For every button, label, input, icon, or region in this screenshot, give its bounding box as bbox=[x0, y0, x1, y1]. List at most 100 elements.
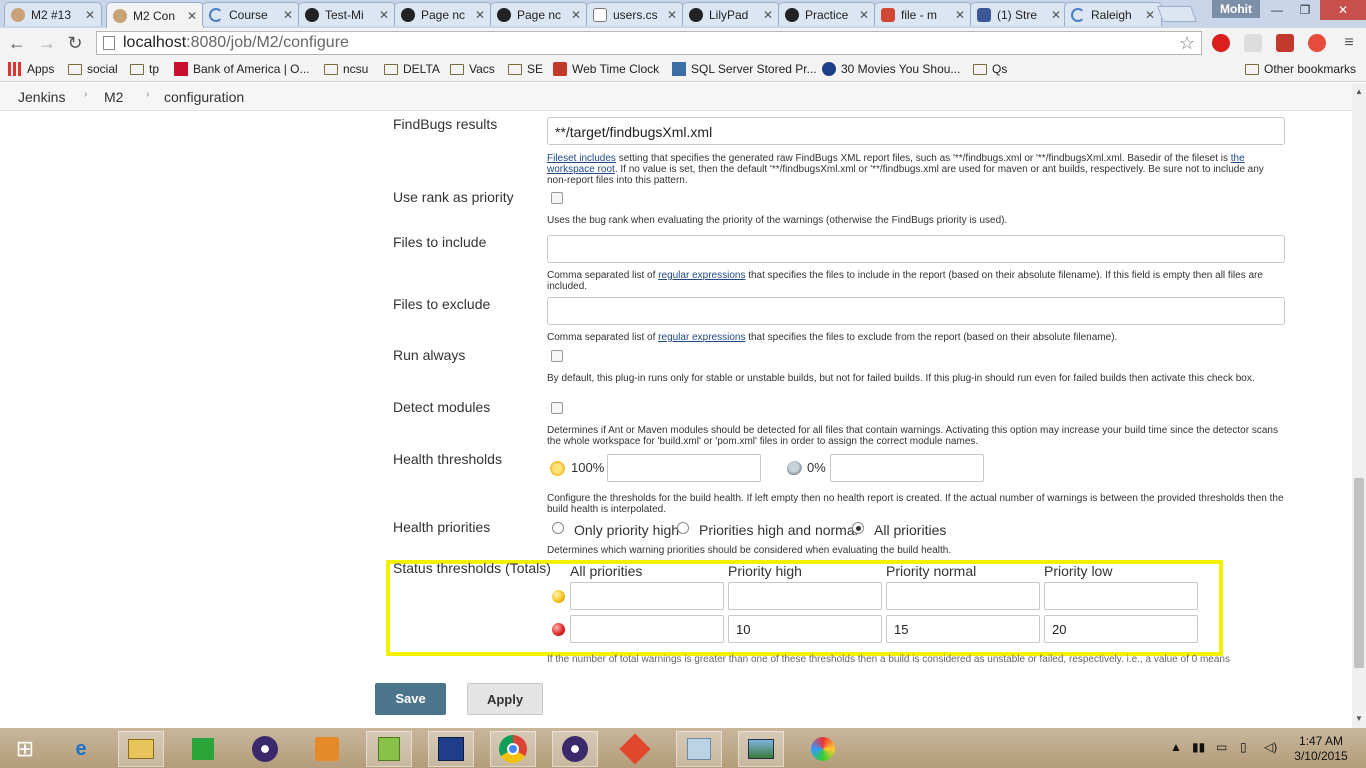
radio-all-priorities[interactable] bbox=[852, 522, 864, 534]
browser-tab[interactable]: M2 #13 ✕ bbox=[4, 2, 102, 26]
new-tab-button[interactable] bbox=[1157, 6, 1197, 22]
puzzle-icon[interactable] bbox=[1276, 34, 1294, 52]
unstable-low-input[interactable] bbox=[1044, 582, 1198, 610]
scrollbar-thumb[interactable] bbox=[1354, 478, 1364, 668]
browser-tab[interactable]: Page nc ✕ bbox=[490, 2, 588, 26]
run-always-checkbox[interactable] bbox=[551, 350, 563, 362]
minimize-icon[interactable]: — bbox=[1262, 0, 1292, 20]
close-icon[interactable]: ✕ bbox=[85, 8, 95, 22]
apply-button[interactable]: Apply bbox=[467, 683, 543, 715]
unstable-normal-input[interactable] bbox=[886, 582, 1040, 610]
bookmark-item[interactable]: tp bbox=[130, 62, 159, 76]
findbugs-results-input[interactable]: **/target/findbugsXml.xml bbox=[547, 117, 1285, 145]
other-bookmarks[interactable]: Other bookmarks bbox=[1245, 62, 1356, 76]
close-icon[interactable]: ✕ bbox=[379, 8, 389, 22]
bookmark-item[interactable]: SE bbox=[508, 62, 543, 76]
close-icon[interactable]: ✕ bbox=[1145, 8, 1155, 22]
regex-link[interactable]: regular expressions bbox=[658, 332, 745, 343]
back-arrow-icon[interactable]: ← bbox=[6, 32, 28, 54]
browser-tab[interactable]: Raleigh ✕ bbox=[1064, 2, 1162, 26]
detect-modules-checkbox[interactable] bbox=[551, 402, 563, 414]
browser-tab[interactable]: Practice ✕ bbox=[778, 2, 876, 26]
failed-high-input[interactable]: 10 bbox=[728, 615, 882, 643]
app-icon[interactable] bbox=[304, 731, 350, 767]
close-icon[interactable]: ✕ bbox=[475, 8, 485, 22]
bookmark-item[interactable]: 30 Movies You Shou... bbox=[822, 62, 960, 76]
radio-high-normal[interactable] bbox=[677, 522, 689, 534]
files-include-input[interactable] bbox=[547, 235, 1285, 263]
show-hidden-icons-icon[interactable]: ▲ bbox=[1170, 740, 1182, 754]
bookmark-item[interactable]: ncsu bbox=[324, 62, 368, 76]
close-icon[interactable]: ✕ bbox=[187, 9, 197, 23]
start-button[interactable]: ⊞ bbox=[2, 731, 48, 767]
browser-tab[interactable]: file - m ✕ bbox=[874, 2, 972, 26]
bookmark-item[interactable]: Web Time Clock bbox=[553, 62, 659, 76]
profile-name[interactable]: Mohit bbox=[1212, 0, 1260, 18]
taskbar-clock[interactable]: 1:47 AM 3/10/2015 bbox=[1286, 734, 1356, 764]
eclipse-icon[interactable] bbox=[552, 731, 598, 767]
reload-icon[interactable]: ↻ bbox=[64, 32, 86, 54]
close-icon[interactable]: ✕ bbox=[283, 8, 293, 22]
battery-icon[interactable]: ▯ bbox=[1240, 740, 1247, 754]
failed-low-input[interactable]: 20 bbox=[1044, 615, 1198, 643]
photo-viewer-icon[interactable] bbox=[738, 731, 784, 767]
git-icon[interactable] bbox=[612, 731, 658, 767]
menu-icon[interactable]: ≡ bbox=[1338, 32, 1360, 54]
store-icon[interactable] bbox=[180, 731, 226, 767]
save-button[interactable]: Save bbox=[375, 683, 446, 715]
browser-tab[interactable]: users.cs ✕ bbox=[586, 2, 684, 26]
bookmark-item[interactable]: SQL Server Stored Pr... bbox=[672, 62, 817, 76]
extension-icon[interactable] bbox=[1308, 34, 1326, 52]
unstable-all-input[interactable] bbox=[570, 582, 724, 610]
regex-link[interactable]: regular expressions bbox=[658, 270, 745, 281]
browser-tab-active[interactable]: M2 Con ✕ bbox=[106, 2, 204, 28]
browser-tab[interactable]: Course ✕ bbox=[202, 2, 300, 26]
eclipse-icon[interactable] bbox=[242, 731, 288, 767]
chrome-icon[interactable] bbox=[490, 731, 536, 767]
notebook-icon[interactable] bbox=[676, 731, 722, 767]
scroll-up-icon[interactable]: ▲ bbox=[1355, 87, 1363, 96]
notepad-plus-icon[interactable] bbox=[366, 731, 412, 767]
app-window-icon[interactable] bbox=[428, 731, 474, 767]
breadcrumb-job[interactable]: M2 bbox=[104, 89, 123, 105]
scroll-down-icon[interactable]: ▼ bbox=[1355, 714, 1363, 723]
adblock-icon[interactable] bbox=[1212, 34, 1230, 52]
close-icon[interactable]: ✕ bbox=[859, 8, 869, 22]
bookmark-item[interactable]: Vacs bbox=[450, 62, 495, 76]
bookmark-item[interactable]: Qs bbox=[973, 62, 1007, 76]
bookmark-item[interactable]: social bbox=[68, 62, 118, 76]
window-close-icon[interactable]: ✕ bbox=[1320, 0, 1366, 20]
signal-icon[interactable]: ▮▮ bbox=[1192, 740, 1205, 754]
breadcrumb-configuration[interactable]: configuration bbox=[164, 89, 244, 105]
forward-arrow-icon[interactable]: → bbox=[36, 32, 58, 54]
fileset-includes-link[interactable]: Fileset includes bbox=[547, 153, 616, 164]
page-scrollbar[interactable]: ▲ ▼ bbox=[1352, 83, 1366, 728]
use-rank-checkbox[interactable] bbox=[551, 192, 563, 204]
browser-tab[interactable]: Page nc ✕ bbox=[394, 2, 492, 26]
file-explorer-icon[interactable] bbox=[118, 731, 164, 767]
radio-priority-high[interactable] bbox=[552, 522, 564, 534]
browser-tab[interactable]: LilyPad ✕ bbox=[682, 2, 780, 26]
bookmark-item[interactable]: Apps bbox=[8, 62, 54, 76]
bookmark-star-icon[interactable]: ☆ bbox=[1179, 33, 1195, 54]
extension-icon[interactable] bbox=[1244, 34, 1262, 52]
restore-icon[interactable]: ❐ bbox=[1290, 0, 1320, 20]
internet-explorer-icon[interactable]: e bbox=[58, 731, 104, 767]
volume-icon[interactable]: ◁) bbox=[1264, 740, 1277, 754]
bookmark-item[interactable]: Bank of America | O... bbox=[174, 62, 310, 76]
close-icon[interactable]: ✕ bbox=[955, 8, 965, 22]
breadcrumb-jenkins[interactable]: Jenkins bbox=[18, 89, 65, 105]
close-icon[interactable]: ✕ bbox=[763, 8, 773, 22]
failed-all-input[interactable] bbox=[570, 615, 724, 643]
healthy-threshold-input[interactable] bbox=[607, 454, 761, 482]
close-icon[interactable]: ✕ bbox=[1051, 8, 1061, 22]
browser-tab[interactable]: Test-Mi ✕ bbox=[298, 2, 396, 26]
unstable-high-input[interactable] bbox=[728, 582, 882, 610]
close-icon[interactable]: ✕ bbox=[667, 8, 677, 22]
failed-normal-input[interactable]: 15 bbox=[886, 615, 1040, 643]
unhealthy-threshold-input[interactable] bbox=[830, 454, 984, 482]
bookmark-item[interactable]: DELTA bbox=[384, 62, 440, 76]
files-exclude-input[interactable] bbox=[547, 297, 1285, 325]
close-icon[interactable]: ✕ bbox=[571, 8, 581, 22]
network-icon[interactable]: ▭ bbox=[1216, 740, 1227, 754]
